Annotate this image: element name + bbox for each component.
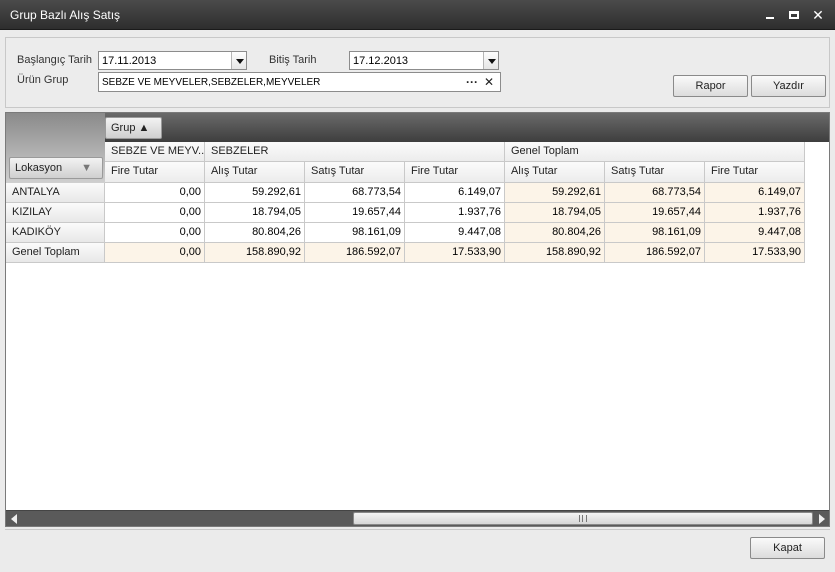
- total-cell[interactable]: 17.533,90: [405, 243, 505, 263]
- scrollbar-thumb[interactable]: [353, 512, 813, 525]
- filter-arrow-icon[interactable]: ▼: [81, 158, 92, 178]
- column-header[interactable]: Satış Tutar: [605, 162, 705, 183]
- data-cell[interactable]: 80.804,26: [205, 223, 305, 243]
- column-header[interactable]: Alış Tutar: [505, 162, 605, 183]
- data-cell[interactable]: 19.657,44: [305, 203, 405, 223]
- location-field-label: Lokasyon: [15, 162, 63, 174]
- print-button[interactable]: Yazdır: [751, 75, 826, 97]
- ellipsis-icon[interactable]: ···: [466, 75, 478, 89]
- total-cell[interactable]: 186.592,07: [305, 243, 405, 263]
- start-date-label: Başlangıç Tarih: [17, 54, 93, 66]
- end-date-label: Bitiş Tarih: [269, 54, 317, 66]
- chevron-down-icon[interactable]: [483, 52, 498, 69]
- data-cell[interactable]: 68.773,54: [305, 183, 405, 203]
- horizontal-scrollbar[interactable]: [6, 510, 829, 526]
- end-date-value: 17.12.2013: [353, 55, 409, 67]
- footer-divider: [5, 529, 830, 530]
- total-cell[interactable]: 158.890,92: [205, 243, 305, 263]
- total-cell[interactable]: 6.149,07: [705, 183, 805, 203]
- group-field-button[interactable]: Grup ▲: [105, 117, 162, 139]
- column-header[interactable]: Fire Tutar: [105, 162, 205, 183]
- minimize-icon[interactable]: [762, 7, 778, 23]
- column-header[interactable]: Fire Tutar: [705, 162, 805, 183]
- total-cell[interactable]: 59.292,61: [505, 183, 605, 203]
- scroll-right-icon[interactable]: [814, 512, 828, 525]
- row-header[interactable]: ANTALYA: [6, 183, 105, 203]
- row-header[interactable]: KADIKÖY: [6, 223, 105, 243]
- data-cell[interactable]: 0,00: [105, 223, 205, 243]
- total-cell[interactable]: 17.533,90: [705, 243, 805, 263]
- grip-icon: [579, 515, 587, 522]
- data-cell[interactable]: 18.794,05: [205, 203, 305, 223]
- total-cell[interactable]: 68.773,54: [605, 183, 705, 203]
- row-header[interactable]: KIZILAY: [6, 203, 105, 223]
- group-header[interactable]: SEBZELER: [205, 142, 505, 162]
- window-title: Grup Bazlı Alış Satış: [10, 8, 121, 22]
- group-header[interactable]: Genel Toplam: [505, 142, 805, 162]
- pivot-grid: Grup ▲ Lokasyon ▼ SEBZE VE MEYV... SEBZE…: [5, 112, 830, 527]
- report-button[interactable]: Rapor: [673, 75, 748, 97]
- clear-icon[interactable]: ✕: [484, 75, 494, 89]
- title-bar: Grup Bazlı Alış Satış ✕: [0, 0, 835, 30]
- column-header[interactable]: Satış Tutar: [305, 162, 405, 183]
- data-cell[interactable]: 98.161,09: [305, 223, 405, 243]
- chevron-down-icon[interactable]: [231, 52, 246, 69]
- maximize-icon[interactable]: [786, 7, 802, 23]
- data-cell[interactable]: 0,00: [105, 203, 205, 223]
- close-icon[interactable]: ✕: [810, 7, 826, 23]
- filter-panel: Başlangıç Tarih 17.11.2013 Bitiş Tarih 1…: [5, 37, 830, 108]
- total-cell[interactable]: 0,00: [105, 243, 205, 263]
- total-cell[interactable]: 9.447,08: [705, 223, 805, 243]
- product-group-label: Ürün Grup: [17, 74, 69, 86]
- product-group-field[interactable]: SEBZE VE MEYVELER,SEBZELER,MEYVELER ··· …: [98, 72, 501, 92]
- start-date-value: 17.11.2013: [102, 55, 157, 67]
- location-field-button[interactable]: Lokasyon ▼: [9, 157, 103, 179]
- close-button[interactable]: Kapat: [750, 537, 825, 559]
- product-group-value: SEBZE VE MEYVELER,SEBZELER,MEYVELER: [102, 77, 321, 88]
- data-cell[interactable]: 6.149,07: [405, 183, 505, 203]
- total-cell[interactable]: 18.794,05: [505, 203, 605, 223]
- total-cell[interactable]: 80.804,26: [505, 223, 605, 243]
- scroll-left-icon[interactable]: [7, 512, 21, 525]
- column-header[interactable]: Alış Tutar: [205, 162, 305, 183]
- row-header[interactable]: Genel Toplam: [6, 243, 105, 263]
- total-cell[interactable]: 158.890,92: [505, 243, 605, 263]
- column-header[interactable]: Fire Tutar: [405, 162, 505, 183]
- total-cell[interactable]: 98.161,09: [605, 223, 705, 243]
- data-cell[interactable]: 0,00: [105, 183, 205, 203]
- group-header[interactable]: SEBZE VE MEYV...: [105, 142, 205, 162]
- start-date-combo[interactable]: 17.11.2013: [98, 51, 247, 70]
- total-cell[interactable]: 19.657,44: [605, 203, 705, 223]
- data-cell[interactable]: 1.937,76: [405, 203, 505, 223]
- total-cell[interactable]: 186.592,07: [605, 243, 705, 263]
- data-cell[interactable]: 59.292,61: [205, 183, 305, 203]
- total-cell[interactable]: 1.937,76: [705, 203, 805, 223]
- end-date-combo[interactable]: 17.12.2013: [349, 51, 499, 70]
- data-cell[interactable]: 9.447,08: [405, 223, 505, 243]
